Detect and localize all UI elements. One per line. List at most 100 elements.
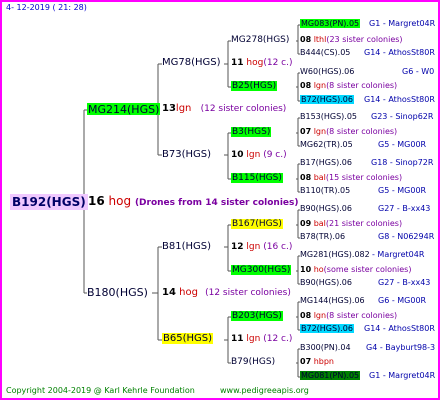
- footer-site-link[interactable]: www.pedigreeapis.org: [220, 387, 309, 395]
- gen4-a1-info: 08 lthl(23 sister colonies): [300, 36, 403, 44]
- gen4-a1-breed: lthl: [313, 35, 327, 44]
- gen4-a1-note: (23 sister colonies): [326, 35, 403, 44]
- gen3-d-note: (12 c.): [263, 334, 293, 344]
- gen2-top-note: (12 sister colonies): [200, 104, 287, 114]
- gen4-a2-queen[interactable]: B25(HGS): [231, 81, 278, 91]
- gen2-top-num: 13: [162, 103, 176, 114]
- gen3-b-breed: lgn: [246, 150, 261, 160]
- gen5-3-code: G6 - W0: [402, 67, 435, 76]
- gen4-b1-num: 07: [300, 127, 312, 136]
- gen3-d-breed: lgn: [246, 334, 261, 344]
- gen5-13-queen[interactable]: MG144(HGS).06: [300, 297, 365, 305]
- gen4-b2-note: (15 sister colonies): [325, 173, 403, 182]
- root-queen[interactable]: B192(HGS): [10, 194, 88, 210]
- gen5-14-queen[interactable]: B72(HGS).06: [300, 324, 354, 333]
- gen3-c-num: 12: [231, 242, 244, 252]
- gen5-9-code: G27 - B-xx43: [378, 204, 431, 213]
- gen5-1-code: G1 - Margret04R: [369, 19, 436, 28]
- gen3-b-note: (9 c.): [263, 150, 287, 160]
- gen4-d1-queen[interactable]: B203(HGS): [231, 311, 283, 321]
- gen5-16-code: G1 - Margret04R: [369, 371, 436, 380]
- gen2-bottom-num: 14: [162, 287, 176, 298]
- gen5-1-queen[interactable]: MG083(PN).05: [300, 19, 361, 28]
- gen5-6-queen[interactable]: MG62(TR).05: [300, 141, 353, 149]
- gen5-7-code: G18 - Sinop72R: [371, 158, 434, 167]
- gen4-d1-note: (8 sister colonies): [326, 311, 398, 320]
- gen2-top-queen[interactable]: MG214(HGS): [87, 103, 161, 115]
- gen3-b-num: 10: [231, 150, 244, 160]
- gen5-7-queen[interactable]: B17(HGS).06: [300, 159, 352, 167]
- gen4-b2-num: 08: [300, 173, 312, 182]
- gen5-16-queen[interactable]: MG081(PN).05: [300, 371, 361, 380]
- gen3-b-queen[interactable]: B73(HGS): [162, 150, 211, 160]
- footer-copyright: Copyright 2004-2019 @ Karl Kehrle Founda…: [6, 386, 195, 395]
- gen5-4-queen[interactable]: B72(HGS).06: [300, 95, 354, 104]
- gen4-c1-queen[interactable]: B167(HGS): [231, 219, 283, 229]
- gen2-bottom-note: (12 sister colonies): [205, 288, 291, 298]
- gen4-b1-breed: lgn: [313, 127, 327, 136]
- gen3-d-info: 11 lgn (12 c.): [231, 335, 292, 344]
- gen4-c1-info: 09 bal(21 sister colonies): [300, 220, 402, 228]
- gen4-b1-queen[interactable]: B3(HGS): [231, 127, 272, 137]
- gen4-a2-info: 08 lgn(8 sister colonies): [300, 82, 397, 90]
- gen4-c1-breed: bal: [313, 219, 326, 228]
- gen5-6-code: G5 - MG00R: [378, 140, 427, 149]
- gen3-c-note: (16 c.): [263, 242, 293, 252]
- gen2-top-info: 13lgn (12 sister colonies): [162, 104, 286, 114]
- root-note: (Drones from 14 sister colonies): [134, 198, 299, 208]
- gen3-c-queen[interactable]: B81(HGS): [162, 242, 211, 252]
- gen3-d-queen[interactable]: B65(HGS): [162, 333, 214, 344]
- gen4-d1-info: 08 lgn(8 sister colonies): [300, 312, 397, 320]
- gen5-2-queen[interactable]: B444(CS).05: [300, 49, 350, 57]
- root-num: 16: [88, 194, 105, 208]
- gen3-a-queen[interactable]: MG78(HGS): [162, 58, 221, 68]
- gen4-b2-breed: bal: [313, 173, 326, 182]
- gen4-d2-queen[interactable]: B79(HGS): [231, 358, 275, 367]
- report-date: 4- 12-2019 ( 21: 28): [6, 3, 87, 12]
- gen2-bottom-queen[interactable]: B180(HGS): [87, 287, 148, 298]
- gen4-d2-breed: hbpn: [313, 357, 334, 366]
- gen4-a1-queen[interactable]: MG278(HGS): [231, 36, 289, 45]
- gen4-d1-breed: lgn: [313, 311, 327, 320]
- gen3-c-breed: lgn: [246, 242, 261, 252]
- gen4-c2-num: 10: [300, 265, 312, 274]
- gen4-c2-breed: ho: [313, 265, 324, 274]
- gen5-12-queen[interactable]: B90(HGS).06: [300, 279, 352, 287]
- gen3-b-info: 10 lgn (9 c.): [231, 151, 287, 160]
- root-breed: hog: [108, 194, 132, 208]
- gen4-c2-note: (some sister colonies): [323, 265, 412, 274]
- gen5-13-code: G6 - MG00R: [378, 296, 427, 305]
- root-info: 16 hog (Drones from 14 sister colonies): [88, 195, 298, 208]
- gen4-c1-note: (21 sister colonies): [325, 219, 403, 228]
- gen5-10-code: G8 - N06294R: [378, 232, 435, 241]
- gen4-b2-info: 08 bal(15 sister colonies): [300, 174, 402, 182]
- gen3-a-info: 11 hog(12 c.): [231, 59, 293, 68]
- gen4-c2-info: 10 ho(some sister colonies): [300, 266, 411, 274]
- gen4-c1-num: 09: [300, 219, 312, 228]
- gen5-14-code: G14 - AthosSt80R: [364, 324, 435, 333]
- gen4-a1-num: 08: [300, 35, 312, 44]
- gen5-5-code: G23 - Sinop62R: [371, 112, 434, 121]
- gen4-a2-num: 08: [300, 81, 312, 90]
- gen5-5-queen[interactable]: B153(HGS).05: [300, 113, 357, 121]
- gen3-a-note: (12 c.): [263, 58, 293, 68]
- gen5-12-code: G27 - B-xx43: [378, 278, 431, 287]
- gen5-15-queen[interactable]: B300(PN).04: [300, 344, 351, 352]
- gen5-15-code: G4 - Bayburt98-3: [366, 343, 436, 352]
- gen3-a-num: 11: [231, 58, 244, 68]
- gen5-9-queen[interactable]: B90(HGS).06: [300, 205, 352, 213]
- gen4-b1-note: (8 sister colonies): [326, 127, 398, 136]
- gen5-11-code: - Margret04R: [372, 250, 425, 259]
- gen3-a-breed: hog: [246, 58, 264, 68]
- gen5-11-queen[interactable]: MG281(HGS).082: [300, 251, 370, 259]
- pedigree-chart: 4- 12-2019 ( 21: 28) B192(HGS) 16 hog (D…: [0, 0, 440, 400]
- gen3-d-num: 11: [231, 334, 244, 344]
- gen5-2-code: G14 - AthosSt80R: [364, 48, 435, 57]
- gen5-8-code: G5 - MG00R: [378, 186, 427, 195]
- gen5-8-queen[interactable]: B110(TR).05: [300, 187, 350, 195]
- gen5-3-queen[interactable]: W60(HGS).06: [300, 68, 354, 76]
- gen4-c2-queen[interactable]: MG300(HGS): [231, 265, 292, 275]
- gen4-b2-queen[interactable]: B115(HGS): [231, 173, 283, 183]
- gen4-d2-num: 07: [300, 357, 312, 366]
- gen5-10-queen[interactable]: B78(TR).06: [300, 233, 345, 241]
